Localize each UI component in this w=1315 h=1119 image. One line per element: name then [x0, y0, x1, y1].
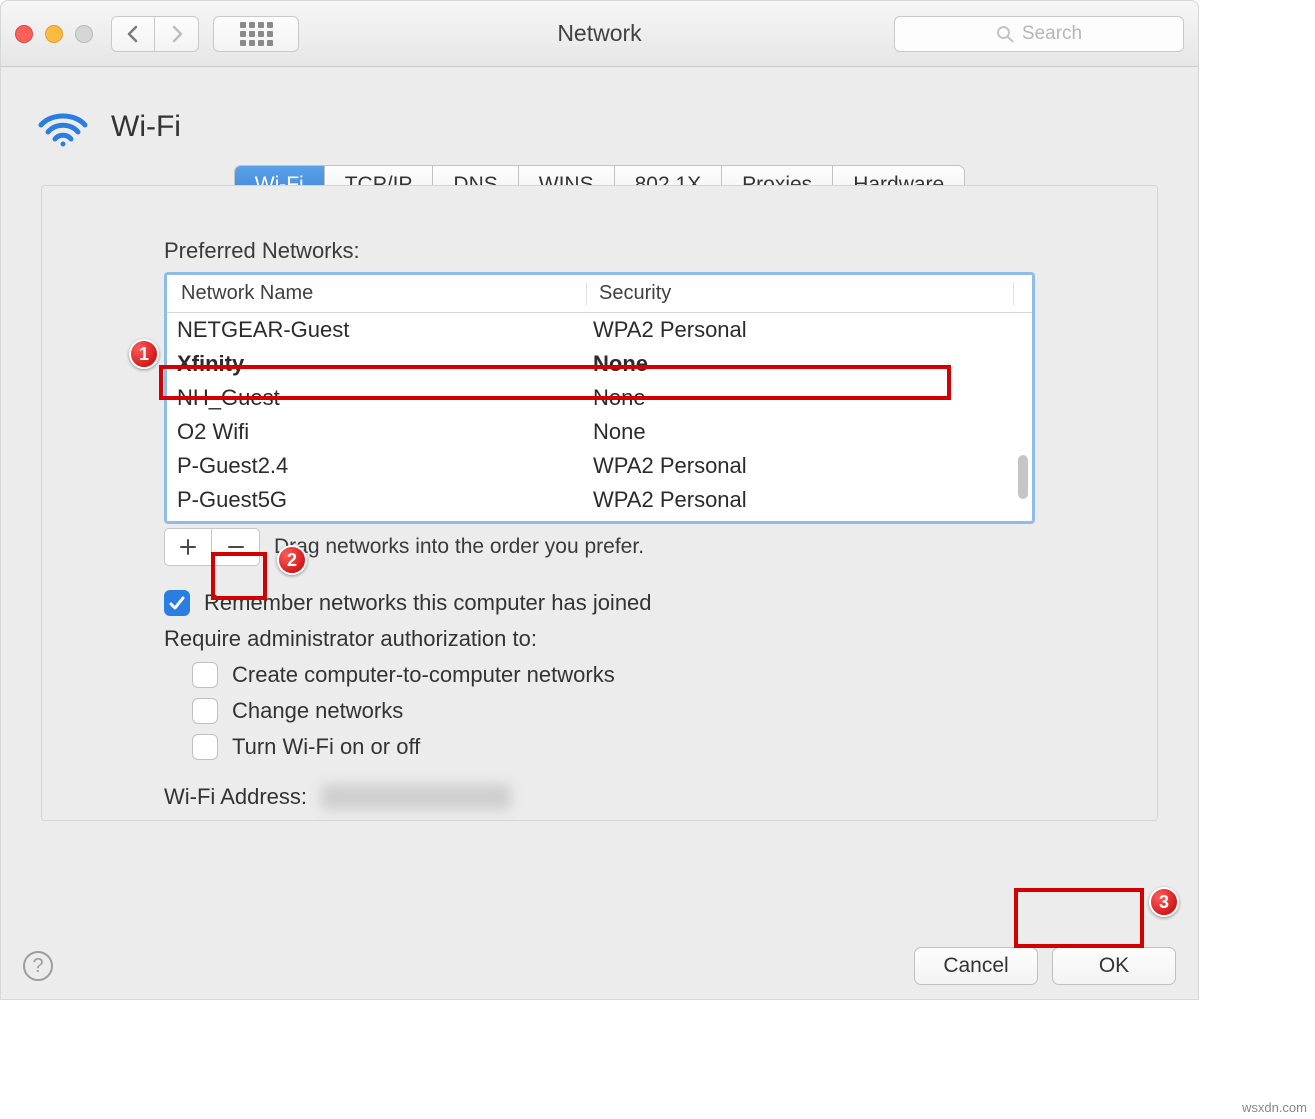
toggle-wifi-checkbox[interactable]: [192, 734, 218, 760]
pane-header: Wi-Fi: [1, 67, 1198, 165]
zoom-window-button[interactable]: [75, 25, 93, 43]
wifi-address-label: Wi-Fi Address:: [164, 784, 307, 810]
table-header: Network Name Security: [167, 275, 1032, 313]
scrollbar-thumb[interactable]: [1018, 455, 1028, 499]
wifi-icon: [37, 107, 89, 147]
wifi-settings-panel: Preferred Networks: Network Name Securit…: [41, 185, 1158, 821]
grid-icon: [240, 22, 273, 46]
network-preferences-window: Network Search Wi-Fi Wi-Fi TCP/IP DNS WI…: [0, 0, 1199, 1000]
checkmark-icon: [168, 594, 186, 612]
table-rows[interactable]: NETGEAR-GuestWPA2 Personal XfinityNone N…: [167, 313, 1032, 523]
table-row[interactable]: NETGEAR-GuestWPA2 Personal: [167, 313, 1032, 347]
toggle-wifi-label: Turn Wi-Fi on or off: [232, 734, 420, 760]
wifi-address-value-blurred: [321, 784, 511, 810]
change-networks-label: Change networks: [232, 698, 403, 724]
column-network-name[interactable]: Network Name: [167, 282, 587, 305]
show-all-button[interactable]: [213, 16, 299, 52]
close-window-button[interactable]: [15, 25, 33, 43]
forward-button[interactable]: [155, 16, 199, 52]
search-placeholder: Search: [1022, 23, 1082, 45]
require-admin-label: Require administrator authorization to:: [164, 626, 1035, 652]
remember-networks-row: Remember networks this computer has join…: [164, 590, 1035, 616]
preferred-networks-label: Preferred Networks:: [164, 238, 1035, 264]
nav-buttons: [111, 16, 199, 52]
ok-button[interactable]: OK: [1052, 947, 1176, 985]
annotation-badge-2: 2: [277, 545, 307, 575]
back-button[interactable]: [111, 16, 155, 52]
table-row[interactable]: P-Guest5GWPA2 Personal: [167, 483, 1032, 517]
annotation-badge-3: 3: [1149, 887, 1179, 917]
c2c-checkbox[interactable]: [192, 662, 218, 688]
chevron-right-icon: [170, 25, 184, 43]
source-watermark: wsxdn.com: [1242, 1100, 1307, 1115]
search-field[interactable]: Search: [894, 16, 1184, 52]
wifi-address-row: Wi-Fi Address:: [164, 784, 1035, 810]
table-row[interactable]: O2 WifiNone: [167, 415, 1032, 449]
add-network-button[interactable]: [164, 528, 212, 566]
c2c-label: Create computer-to-computer networks: [232, 662, 615, 688]
cancel-button[interactable]: Cancel: [914, 947, 1038, 985]
remember-networks-label: Remember networks this computer has join…: [204, 590, 652, 616]
column-security[interactable]: Security: [587, 282, 1014, 305]
dialog-footer: ? Cancel OK: [1, 947, 1198, 985]
window-toolbar: Network Search: [1, 1, 1198, 67]
annotation-rect-2: [211, 552, 267, 600]
table-row[interactable]: P-Guest2.4WPA2 Personal: [167, 449, 1032, 483]
minimize-window-button[interactable]: [45, 25, 63, 43]
search-icon: [996, 25, 1014, 43]
drag-hint-label: Drag networks into the order you prefer.: [274, 535, 644, 559]
annotation-badge-1: 1: [129, 339, 159, 369]
chevron-left-icon: [126, 25, 140, 43]
window-controls: [15, 25, 93, 43]
pane-title: Wi-Fi: [111, 110, 181, 144]
remember-networks-checkbox[interactable]: [164, 590, 190, 616]
change-networks-checkbox[interactable]: [192, 698, 218, 724]
annotation-rect-3: [1014, 888, 1144, 948]
plus-icon: [179, 538, 197, 556]
help-button[interactable]: ?: [23, 951, 53, 981]
annotation-rect-1: [159, 365, 951, 400]
